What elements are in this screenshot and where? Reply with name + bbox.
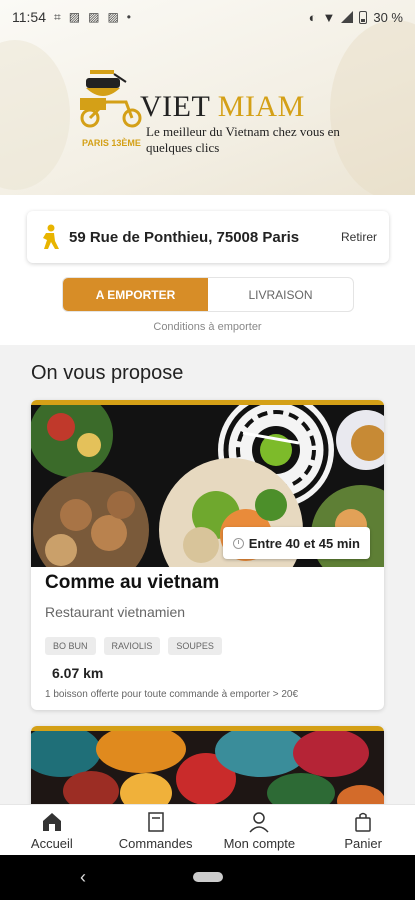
bottom-navigation: Accueil Commandes Mon compte Panier — [0, 804, 415, 855]
wifi-icon: ▼ — [322, 9, 336, 25]
order-mode-toggle: A EMPORTER LIVRAISON — [62, 277, 354, 312]
receipt-icon — [147, 811, 164, 832]
photo-icon: ▨ — [107, 10, 119, 24]
bag-icon — [355, 812, 371, 832]
user-icon — [249, 811, 269, 833]
nav-accueil[interactable]: Accueil — [0, 805, 104, 855]
home-pill-icon[interactable] — [193, 872, 223, 882]
restaurant-photo: Entre 40 et 45 min — [31, 405, 384, 567]
clock-icon — [232, 537, 244, 549]
restaurant-distance: 6.07 km — [52, 665, 104, 681]
home-icon — [42, 812, 61, 831]
tag: SOUPES — [168, 637, 222, 655]
conditions-link[interactable]: Conditions à emporter — [0, 321, 415, 333]
delivery-time-badge: Entre 40 et 45 min — [222, 527, 370, 559]
walking-person-icon — [43, 224, 59, 249]
delivery-time: Entre 40 et 45 min — [248, 535, 360, 551]
restaurant-tags: BO BUN RAVIOLIS SOUPES — [45, 637, 222, 655]
battery-level: 30 % — [373, 9, 403, 25]
nav-label: Accueil — [30, 835, 73, 851]
nav-label: Panier — [344, 835, 382, 851]
tag: RAVIOLIS — [103, 637, 161, 655]
nav-label: Commandes — [118, 835, 193, 851]
restaurant-category: Restaurant vietnamien — [45, 604, 186, 620]
delivery-tab[interactable]: LIVRAISON — [208, 278, 353, 311]
address-value: 59 Rue de Ponthieu, 75008 Paris — [69, 228, 300, 246]
section-title: On vous propose — [31, 362, 184, 384]
restaurant-card[interactable]: Entre 40 et 45 min Comme au vietnam Rest… — [31, 400, 384, 710]
brand-tagline: Le meilleur du Vietnam chez vous en quel… — [146, 124, 340, 155]
takeaway-tab[interactable]: A EMPORTER — [63, 278, 208, 311]
tag: BO BUN — [45, 637, 96, 655]
back-icon[interactable]: ‹ — [80, 867, 86, 888]
restaurant-name: Comme au vietnam — [45, 572, 220, 593]
signal-icon — [341, 11, 354, 23]
dot-icon: • — [126, 10, 131, 24]
retirer-button[interactable]: Retirer — [341, 230, 377, 244]
status-bar: 11:54 ⌗ ▨ ▨ ▨ • ◐ ▼ 30 % — [0, 0, 415, 34]
grid-icon: ⌗ — [54, 9, 61, 24]
battery-icon — [359, 10, 368, 24]
vibrate-icon: ◐ — [308, 9, 317, 25]
noodle-bike-icon — [80, 70, 142, 128]
status-time: 11:54 — [12, 9, 46, 25]
photo-icon: ▨ — [68, 10, 81, 24]
nav-panier[interactable]: Panier — [311, 805, 415, 855]
brand-name-part2: MIAM — [217, 90, 305, 123]
brand-badge: PARIS 13ÈME — [82, 138, 141, 148]
brand-logo: VIET MIAM PARIS 13ÈME Le meilleur du Vie… — [76, 68, 346, 168]
photo-icon: ▨ — [88, 10, 100, 24]
restaurant-card[interactable] — [31, 726, 384, 816]
brand-name-part1: VIET — [140, 90, 210, 123]
nav-commandes[interactable]: Commandes — [104, 805, 208, 855]
nav-mon-compte[interactable]: Mon compte — [208, 805, 312, 855]
restaurant-promo: 1 boisson offerte pour toute commande à … — [45, 689, 299, 700]
nav-label: Mon compte — [223, 835, 296, 851]
address-card[interactable]: 59 Rue de Ponthieu, 75008 Paris Retirer — [27, 211, 389, 263]
system-navigation-bar: ‹ — [0, 855, 415, 900]
